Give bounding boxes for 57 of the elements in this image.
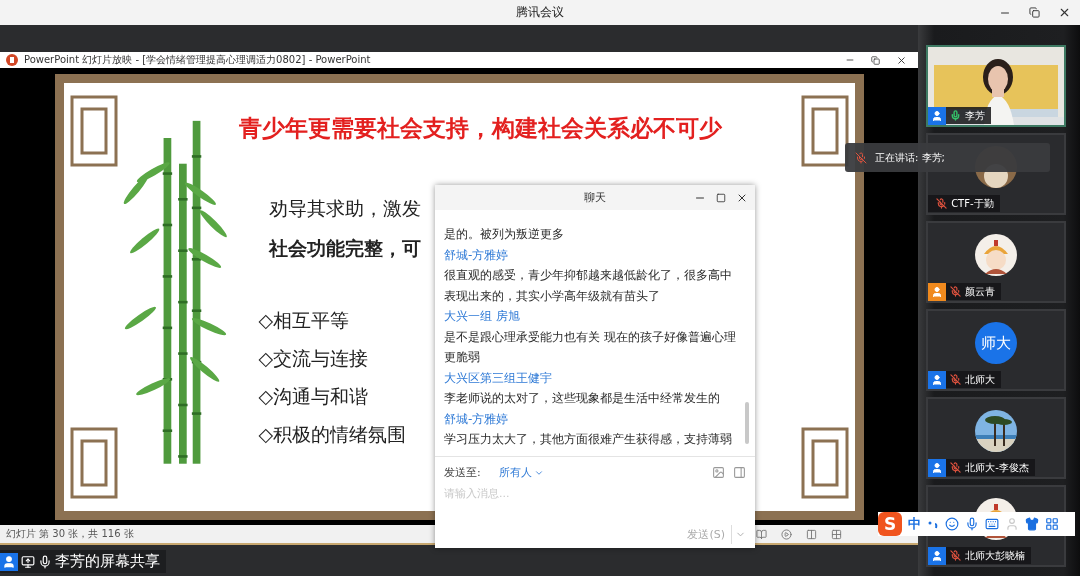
bullet-point: ◇沟通与和谐 [258,383,369,409]
chat-message: 学习压力太大了，其他方面很难产生获得感，支持薄弱 [444,431,733,448]
user-icon [0,552,18,571]
avatar: 师大 [975,322,1018,364]
participant-tile[interactable]: 颜云青 [926,221,1067,303]
maximize-icon[interactable] [716,192,726,203]
muted-microphone-icon [855,151,867,164]
slide-counter: 幻灯片 第 30 张，共 116 张 [6,527,134,541]
shirt-icon[interactable] [1025,517,1039,531]
bullet-point: ◇相互平等 [258,307,350,333]
screen-share-icon [21,554,35,569]
sender-name: 舒城-方雅婷 [444,246,510,264]
microphone-icon [38,554,52,569]
share-label: 李芳的屏幕共享 [55,552,160,571]
window-title: PowerPoint 幻灯片放映 - [学会情绪管理提高心理调适力0802] - PowerPoint [24,53,371,67]
panel-icon[interactable] [733,466,746,479]
sender-name: 大兴一组 房旭 [444,308,521,325]
participant-name: 北师大 [965,372,996,387]
close-icon[interactable] [1058,6,1071,19]
grid-icon[interactable] [1045,517,1059,531]
scrollbar[interactable] [745,402,749,444]
participant-tile[interactable]: 师大 北师大 [926,309,1067,391]
slide-text: 社会功能完整，可 [268,235,421,261]
recipient-dropdown[interactable]: 所有人 [498,465,544,480]
ime-logo[interactable]: S [878,512,902,536]
notes-icon[interactable] [756,528,768,540]
slide-text: 劝导其求助，激发 [268,195,421,221]
emoji-icon[interactable] [945,517,959,531]
send-to-label: 发送至: [444,465,481,480]
chat-message: 李老师说的太对了，这些现象都是生活中经常发生的 [444,390,721,407]
participant-name: 颜云青 [965,284,996,299]
participant-name: CTF-于勤 [951,196,994,211]
sorter-view-icon[interactable] [831,528,843,540]
play-icon[interactable] [781,528,793,540]
app-title: 腾讯会议 [516,4,564,21]
participant-name: 北师大-李俊杰 [965,460,1029,475]
restore-icon[interactable] [871,55,881,65]
bullet-point: ◇交流与连接 [258,345,369,371]
bullet-point: ◇积极的情绪氛围 [258,421,407,447]
slide-title: 青少年更需要社会支持，构建社会关系必不可少 [238,113,723,143]
close-icon[interactable] [896,54,908,66]
keyboard-icon[interactable] [985,517,999,531]
chat-message: 是不是跟心理承受能力也有关 现在的孩子好像普遍心理更脆弱 [444,328,737,366]
sender-name: 舒城-方雅婷 [444,410,510,428]
chat-message: 是的。被列为叛逆更多 [444,226,565,243]
image-icon[interactable] [712,466,725,479]
participant-name: 李芳 [965,108,986,123]
participant-tile[interactable]: 北师大-李俊杰 [926,397,1067,479]
reading-view-icon[interactable] [806,528,818,540]
participant-name: 北师大彭晓楠 [965,548,1026,563]
restore-icon[interactable] [1029,7,1040,18]
sender-name: 大兴区第三组王健宇 [444,369,553,387]
microphone-icon[interactable] [965,517,979,531]
input-mode-button[interactable]: 中 [908,515,921,533]
chat-message: 很直观的感受，青少年抑郁越来越低龄化了，很多高中表现出来的，其实小学高年级就有苗头了 [444,267,733,305]
chat-title: 聊天 [584,190,606,205]
participant-tile[interactable]: 李芳 [926,45,1067,127]
